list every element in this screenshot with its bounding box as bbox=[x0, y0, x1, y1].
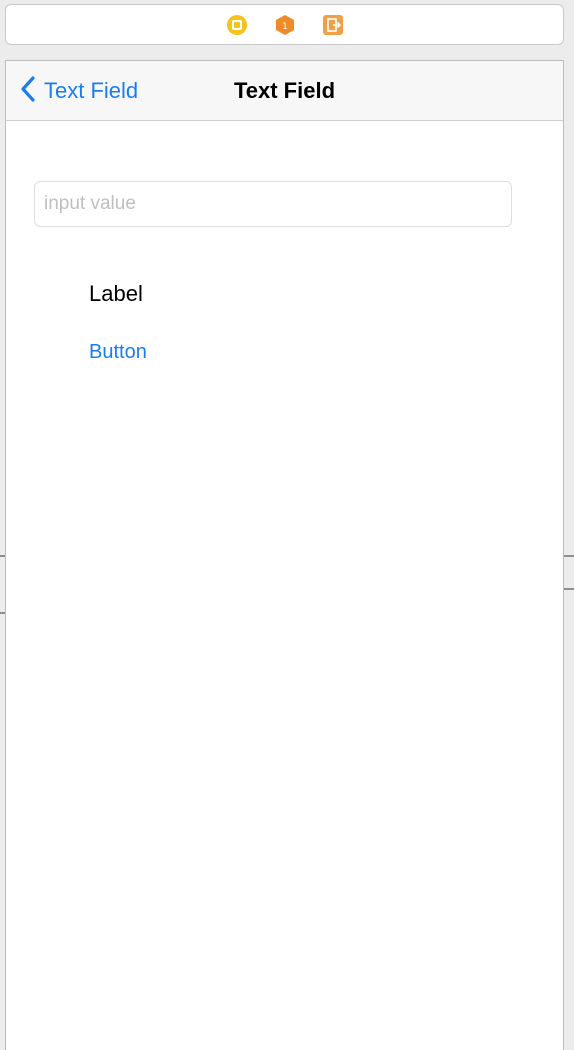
view-controller-icon[interactable] bbox=[226, 14, 248, 36]
page-title: Text Field bbox=[233, 78, 336, 103]
first-responder-icon[interactable]: 1 bbox=[274, 14, 296, 36]
navigation-bar: Text Field Text Field bbox=[6, 61, 563, 121]
segue-stub-right-top bbox=[564, 555, 574, 557]
view-controller-scene: Text Field Text Field Label Button bbox=[5, 60, 564, 1050]
label-text: Label bbox=[89, 281, 143, 306]
exit-icon[interactable] bbox=[322, 14, 344, 36]
segue-stub-right-bottom bbox=[564, 588, 574, 590]
scene-dock: 1 bbox=[5, 4, 564, 45]
svg-text:1: 1 bbox=[282, 22, 288, 32]
action-button[interactable]: Button bbox=[89, 341, 147, 364]
text-field-input[interactable] bbox=[34, 181, 512, 227]
